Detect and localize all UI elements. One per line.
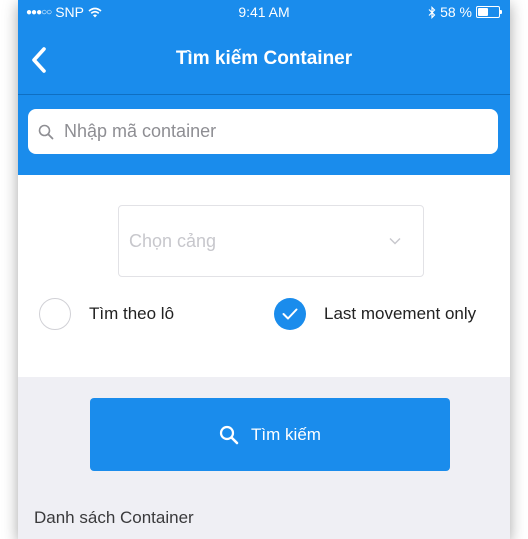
search-area	[18, 95, 510, 175]
search-icon	[219, 425, 239, 444]
battery-percent: 58 %	[440, 4, 472, 20]
search-button-label: Tìm kiếm	[251, 424, 321, 444]
option-last-movement-only[interactable]: Last movement only	[274, 298, 476, 330]
navigation-bar: Tìm kiếm Container	[18, 26, 510, 95]
app-frame: ●●●○○ SNP 9:41 AM 58 % Tìm kiếm Containe…	[18, 0, 510, 539]
port-select-dropdown[interactable]: Chọn cảng	[118, 205, 424, 277]
option-search-by-batch[interactable]: Tìm theo lô	[39, 298, 174, 330]
checkmark-icon	[282, 308, 298, 320]
bluetooth-icon	[428, 5, 436, 19]
chevron-down-icon	[389, 238, 401, 245]
port-select-placeholder: Chọn cảng	[129, 231, 217, 251]
search-box[interactable]	[28, 109, 498, 154]
filter-section: Chọn cảng Tìm theo lô Last movement only	[18, 175, 510, 377]
radio-unchecked-icon[interactable]	[39, 298, 71, 330]
status-right: 58 %	[428, 4, 502, 20]
container-list-title: Danh sách Container	[34, 508, 194, 527]
search-button[interactable]: Tìm kiếm	[90, 398, 450, 471]
option-label: Last movement only	[324, 304, 477, 323]
container-search-input[interactable]	[62, 120, 486, 143]
option-label: Tìm theo lô	[89, 304, 175, 323]
radio-checked-icon[interactable]	[274, 298, 306, 330]
battery-icon	[476, 6, 502, 18]
search-icon	[38, 124, 54, 139]
page-title: Tìm kiếm Container	[175, 48, 353, 69]
status-bar: ●●●○○ SNP 9:41 AM 58 %	[18, 0, 510, 26]
